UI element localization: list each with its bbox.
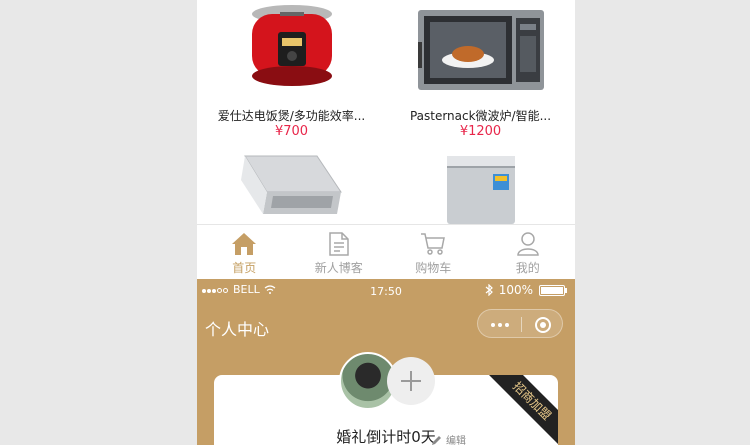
washing-machine-image (446, 156, 515, 224)
cart-icon (421, 233, 446, 255)
rice-cooker-image (251, 5, 332, 86)
product-grid: 爱仕达电饭煲/多功能效率... ¥700 Pasternack微波炉/智能...… (197, 0, 575, 224)
tab-label: 我的 (515, 261, 540, 275)
product-price: ¥1200 (459, 124, 502, 139)
battery-percent: 100% (498, 283, 533, 297)
close-mini-program-button[interactable] (521, 310, 564, 339)
bottom-tab-bar: 首页 新人博客 购物车 我的 (197, 224, 575, 280)
tab-label: 首页 (232, 261, 257, 275)
wedding-countdown: 婚礼倒计时0天 (336, 428, 436, 445)
battery-icon (539, 284, 567, 296)
edit-label: 编辑 (446, 436, 466, 445)
status-right: 100% (485, 283, 567, 297)
personal-center-screen: BELL 17:50 100% 个人中心 招商加盟 婚礼倒计时0天 编辑 (197, 279, 575, 445)
more-dots-icon (490, 322, 495, 327)
add-partner-button[interactable] (387, 357, 435, 405)
status-bar: BELL 17:50 100% (197, 279, 575, 301)
phone-screen: 爱仕达电饭煲/多功能效率... ¥700 Pasternack微波炉/智能...… (197, 0, 575, 445)
tab-home[interactable]: 首页 (197, 225, 292, 280)
tab-cart[interactable]: 购物车 (386, 225, 481, 280)
product-price: ¥700 (274, 124, 309, 139)
tab-label: 购物车 (415, 261, 452, 275)
tab-mine[interactable]: 我的 (481, 225, 576, 280)
home-icon (232, 233, 257, 255)
user-icon (516, 232, 539, 256)
tab-blog[interactable]: 新人博客 (292, 225, 387, 280)
product-card[interactable] (386, 150, 575, 224)
mini-program-capsule (477, 309, 563, 338)
product-card[interactable]: 爱仕达电饭煲/多功能效率... ¥700 (197, 0, 386, 145)
pencil-icon (432, 435, 441, 445)
bluetooth-icon (485, 284, 493, 296)
product-card[interactable] (197, 150, 386, 224)
laptop-image (240, 155, 342, 214)
product-name: 爱仕达电饭煲/多功能效率... (217, 109, 366, 123)
target-close-icon (534, 316, 551, 333)
document-icon (329, 232, 349, 256)
tab-label: 新人博客 (314, 261, 363, 275)
plus-icon (401, 371, 421, 391)
product-name: Pasternack微波炉/智能... (409, 109, 552, 123)
more-menu-button[interactable] (478, 310, 521, 339)
microwave-image (417, 10, 544, 90)
edit-button[interactable]: 编辑 (431, 432, 466, 445)
page-title: 个人中心 (205, 320, 270, 339)
product-card[interactable]: Pasternack微波炉/智能... ¥1200 (386, 0, 575, 145)
